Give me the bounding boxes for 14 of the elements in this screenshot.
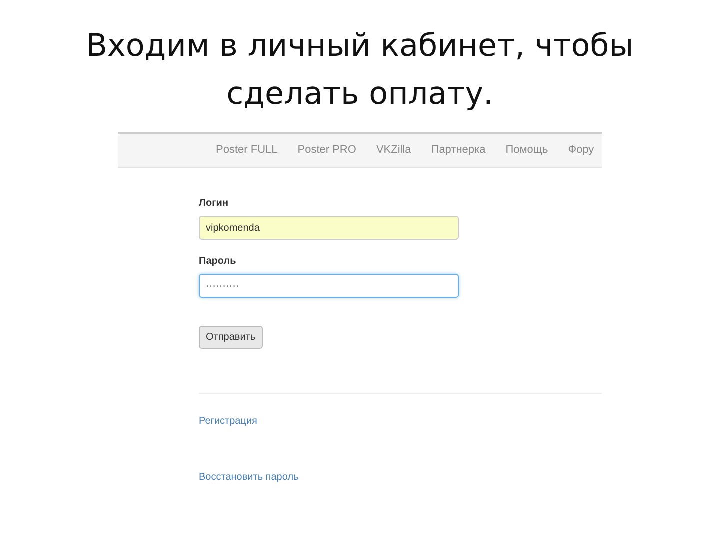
login-field[interactable]: vipkomenda xyxy=(199,216,459,240)
register-link[interactable]: Регистрация xyxy=(199,414,258,429)
field-label: Пароль xyxy=(199,255,236,269)
nav-link[interactable]: VKZilla xyxy=(366,142,422,159)
slide-title: Входим в личный кабинет, чтобы сделать оплату. xyxy=(85,27,635,114)
submit-button[interactable]: Отправить xyxy=(199,326,263,349)
nav-link[interactable]: Фору xyxy=(558,142,602,159)
nav-link[interactable]: Poster PRO xyxy=(288,142,366,159)
nav-link[interactable]: Poster FULL xyxy=(206,142,288,159)
field-label: Логин xyxy=(199,197,228,211)
restore-password-link[interactable]: Восстановить пароль xyxy=(199,470,299,485)
nav-link[interactable]: Помощь xyxy=(496,142,558,159)
nav-link[interactable]: Партнерка xyxy=(421,142,496,159)
password-field[interactable]: ·········· xyxy=(199,274,459,298)
